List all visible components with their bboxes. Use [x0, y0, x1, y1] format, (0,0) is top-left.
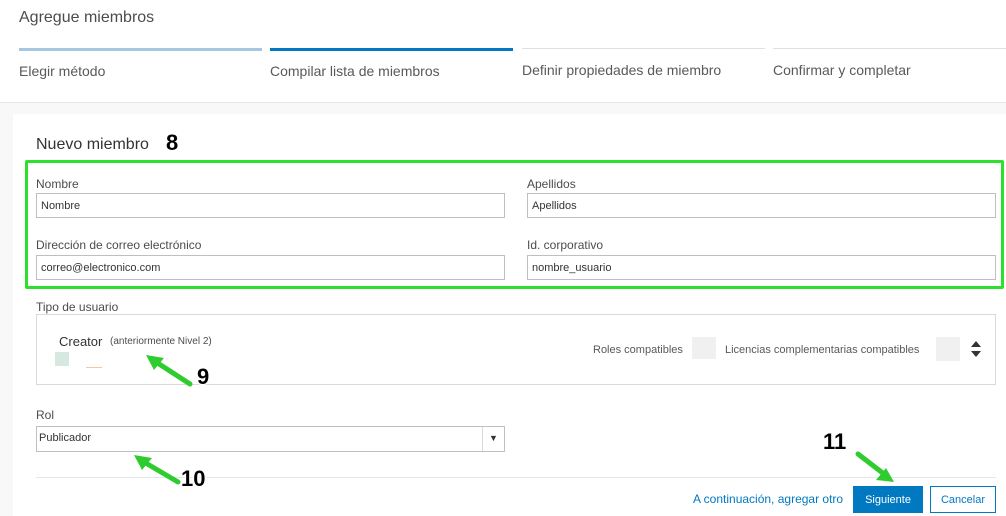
- sort-arrows-icon[interactable]: [970, 340, 982, 358]
- annotation-arrow-10-icon: [134, 455, 181, 485]
- step-4-label[interactable]: Confirmar y completar: [773, 62, 911, 78]
- annotation-number-10: 10: [181, 466, 206, 491]
- annotation-arrow-9-icon: [146, 355, 193, 387]
- role-label: Rol: [36, 408, 55, 422]
- user-type-swatch: [55, 352, 69, 366]
- compatible-licenses-box: [936, 337, 960, 361]
- step-2-bar: [270, 48, 513, 51]
- dropdown-arrow-icon[interactable]: ▼: [489, 433, 498, 443]
- page-title: Agregue miembros: [19, 9, 155, 26]
- step-3-bar: [522, 48, 765, 49]
- annotation-number-11: 11: [823, 429, 847, 454]
- role-select-divider: [482, 427, 483, 451]
- role-select[interactable]: [36, 426, 505, 452]
- step-1-bar: [19, 48, 262, 51]
- user-type-name: Creator: [59, 334, 103, 349]
- annotation-number-8: 8: [166, 130, 179, 155]
- step-2-label[interactable]: Compilar lista de miembros: [270, 63, 440, 79]
- user-type-note: (anteriormente Nivel 2): [110, 336, 212, 347]
- user-type-line: [86, 367, 102, 368]
- step-1-label[interactable]: Elegir método: [19, 63, 105, 79]
- role-selected-value: Publicador: [39, 432, 91, 444]
- annotation-highlight-box: [25, 160, 1004, 289]
- compatible-roles-box: [692, 337, 716, 359]
- new-member-title: Nuevo miembro: [36, 136, 149, 153]
- step-4-bar: [773, 48, 1006, 49]
- step-3-label[interactable]: Definir propiedades de miembro: [522, 62, 721, 78]
- annotation-number-9: 9: [197, 364, 210, 389]
- cancel-button[interactable]: Cancelar: [930, 486, 996, 513]
- add-another-link[interactable]: A continuación, agregar otro: [693, 492, 843, 506]
- compatible-roles-label: Roles compatibles: [593, 344, 683, 356]
- next-button[interactable]: Siguiente: [853, 486, 923, 513]
- compatible-licenses-label: Licencias complementarias compatibles: [725, 344, 920, 356]
- user-type-label: Tipo de usuario: [36, 300, 119, 314]
- annotation-arrow-11-icon: [855, 451, 894, 482]
